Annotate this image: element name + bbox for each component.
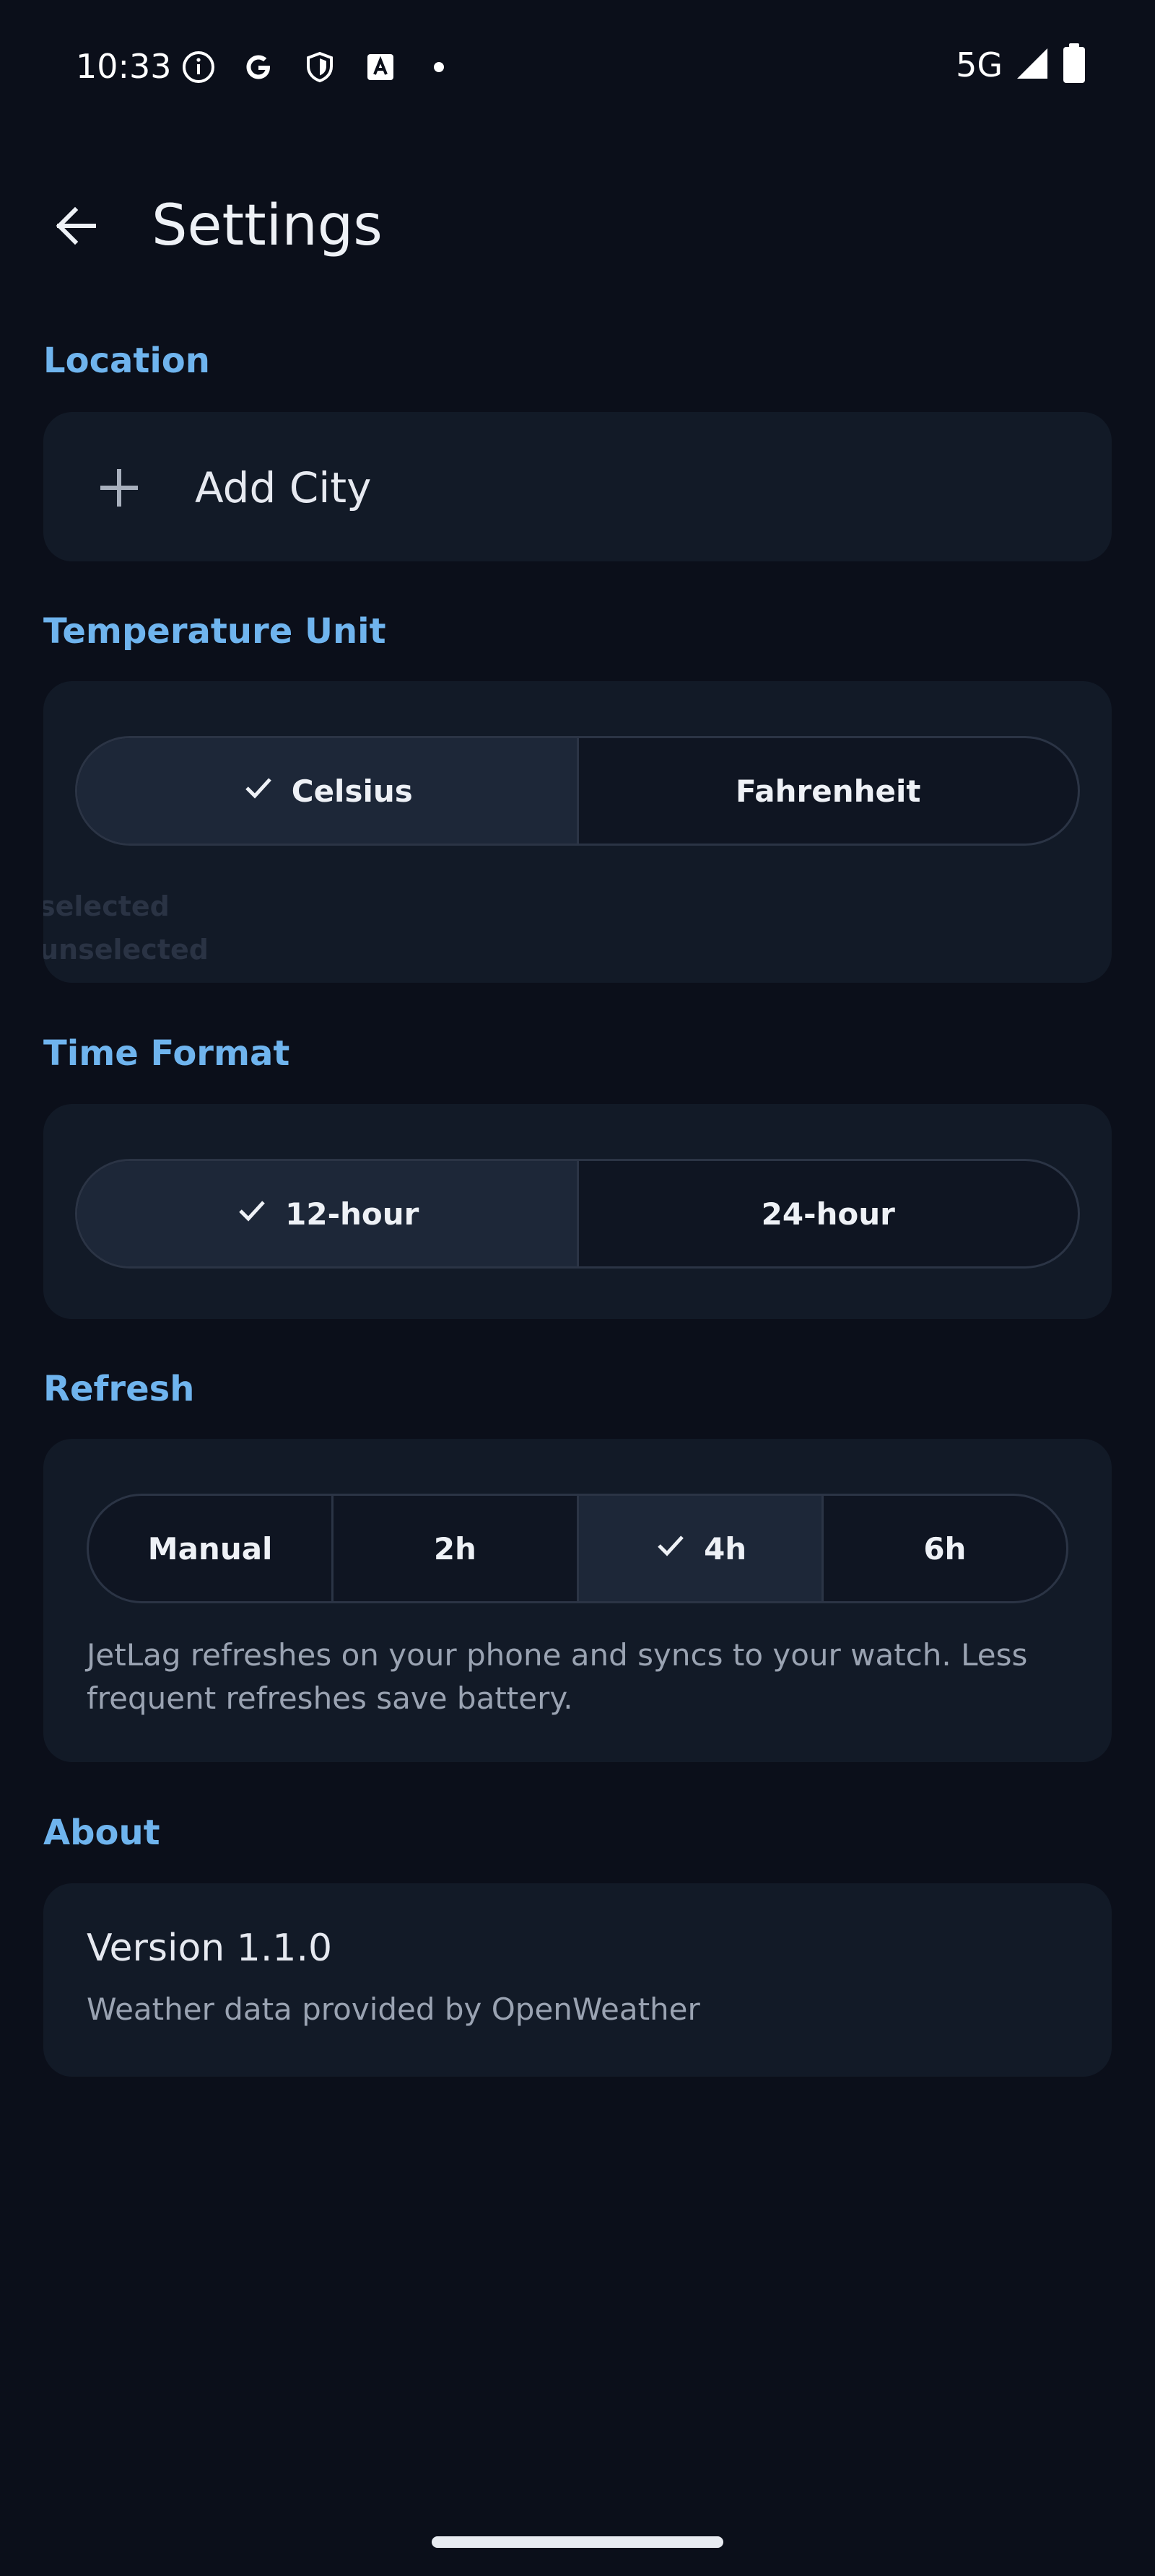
refresh-segmented: Manual 2h 4h 6h	[87, 1494, 1068, 1603]
segment-12-hour[interactable]: 12-hour	[77, 1161, 577, 1266]
segment-label: Fahrenheit	[736, 773, 921, 809]
dot-icon	[421, 49, 457, 85]
info-icon	[180, 49, 217, 85]
segment-manual[interactable]: Manual	[89, 1496, 331, 1601]
google-icon	[240, 49, 276, 85]
segment-celsius[interactable]: Celsius	[77, 738, 577, 844]
home-indicator[interactable]	[432, 2536, 723, 2548]
check-icon	[235, 1193, 269, 1235]
add-city-button[interactable]: Add City	[43, 412, 1112, 561]
temperature-card: Celsius Fahrenheit selected unselected	[43, 681, 1112, 983]
segment-4h[interactable]: 4h	[576, 1496, 821, 1601]
segment-2h[interactable]: 2h	[331, 1496, 576, 1601]
accessibility-icon	[362, 49, 398, 85]
section-label-temperature: Temperature Unit	[43, 611, 386, 652]
segment-label: Celsius	[291, 773, 413, 809]
shield-icon	[302, 49, 338, 85]
refresh-description: JetLag refreshes on your phone and syncs…	[87, 1637, 1028, 1716]
back-button[interactable]	[43, 195, 108, 260]
provided-by-text: Weather data provided by OpenWeather	[87, 1992, 700, 2027]
refresh-card: Manual 2h 4h 6h JetLag refreshes on your…	[43, 1439, 1112, 1762]
segment-label: 2h	[433, 1530, 476, 1567]
battery-icon	[1062, 43, 1086, 87]
time-format-segmented: 12-hour 24-hour	[75, 1159, 1080, 1269]
status-right: 5G	[956, 43, 1086, 87]
add-city-label: Add City	[195, 463, 372, 512]
segment-24-hour[interactable]: 24-hour	[576, 1161, 1078, 1266]
segment-label: 12-hour	[285, 1196, 419, 1232]
ghost-unselected-text: unselected	[43, 934, 209, 965]
page-title: Settings	[152, 193, 383, 258]
version-text: Version 1.1.0	[87, 1927, 333, 1970]
segment-label: 24-hour	[761, 1196, 895, 1232]
temperature-segmented: Celsius Fahrenheit	[75, 736, 1080, 846]
network-label: 5G	[956, 45, 1003, 84]
segment-6h[interactable]: 6h	[821, 1496, 1066, 1601]
segment-label: 4h	[704, 1530, 747, 1567]
segment-label: 6h	[923, 1530, 967, 1567]
section-label-location: Location	[43, 341, 210, 381]
status-time: 10:33	[76, 47, 172, 86]
segment-label: Manual	[147, 1530, 273, 1567]
time-format-card: 12-hour 24-hour	[43, 1104, 1112, 1319]
signal-icon	[1014, 45, 1050, 84]
check-icon	[653, 1528, 688, 1569]
check-icon	[241, 770, 276, 812]
about-card: Version 1.1.0 Weather data provided by O…	[43, 1883, 1112, 2077]
ghost-selected-text: selected	[43, 890, 170, 922]
section-label-about: About	[43, 1813, 160, 1853]
back-arrow-icon	[51, 201, 101, 254]
segment-fahrenheit[interactable]: Fahrenheit	[576, 738, 1078, 844]
plus-icon	[97, 466, 141, 509]
section-label-refresh: Refresh	[43, 1369, 195, 1409]
section-label-time-format: Time Format	[43, 1033, 290, 1074]
